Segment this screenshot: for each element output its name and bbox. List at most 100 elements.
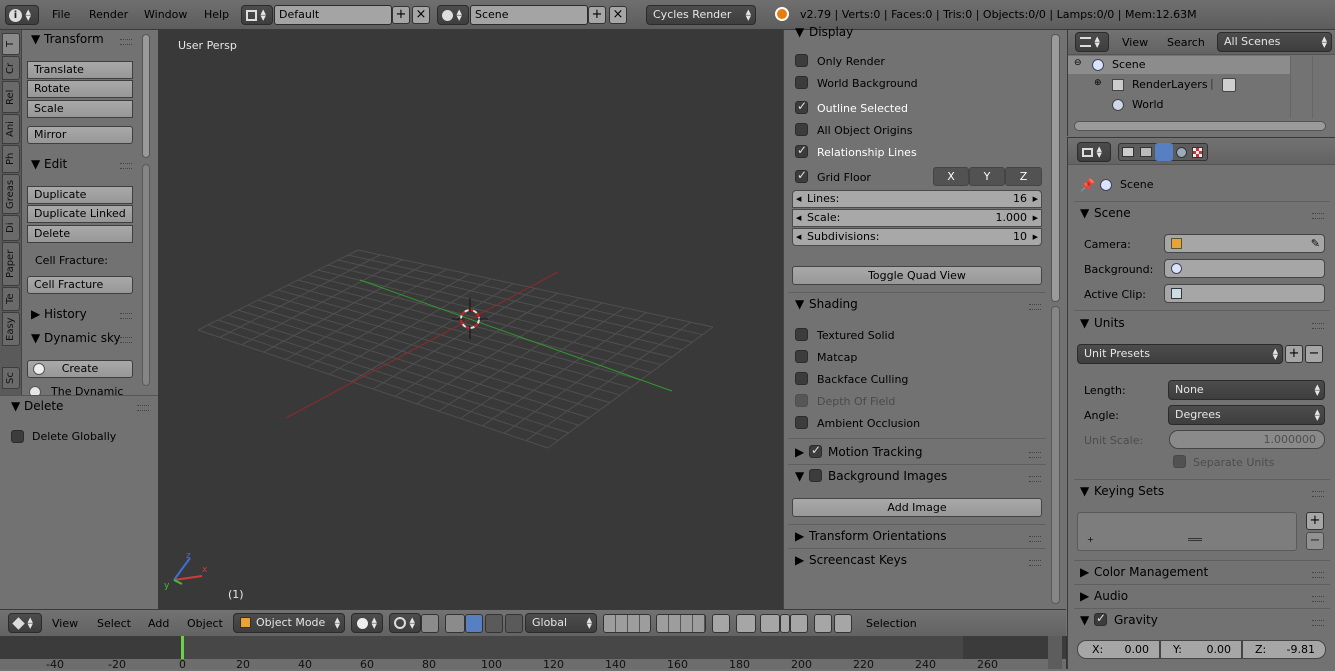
npanel-scroll-track[interactable] [1051,306,1060,604]
opengl-animation-icon[interactable] [834,614,852,633]
manipulator-toggle-icon[interactable] [445,614,465,633]
world-icon[interactable] [1176,147,1187,158]
layer-buttons-group-1[interactable] [603,614,651,633]
panel-title-edit[interactable]: Edit [44,157,67,171]
panel-expand-icon[interactable]: ▶ [795,445,804,459]
remove-keying-set-icon[interactable]: − [1306,532,1324,550]
screen-layout-name[interactable]: Default [274,5,392,25]
tab-easy[interactable]: Easy [2,312,20,346]
panel-expand-icon[interactable]: ▶ [1080,589,1089,603]
background-images-checkbox[interactable] [809,469,822,482]
menu-help[interactable]: Help [204,8,229,21]
menu-window[interactable]: Window [144,8,187,21]
panel-title-units[interactable]: Units [1094,316,1125,330]
list-filter-icon[interactable]: + [1087,535,1094,544]
drag-grip-icon[interactable] [137,405,149,411]
panel-title-dynamic-sky[interactable]: Dynamic sky [44,331,121,345]
only-render-checkbox[interactable] [795,54,808,67]
panel-collapse-icon[interactable]: ▼ [1080,484,1089,498]
add-image-button[interactable]: Add Image [792,498,1042,517]
npanel-scrollbar[interactable] [1051,34,1060,302]
tab-grease-pencil[interactable]: Greas [2,174,20,214]
collapse-icon[interactable]: ⊖ [1074,58,1082,68]
scale-field[interactable]: ◀ Scale: 1.000 ▶ [792,209,1042,227]
scene-icon[interactable] [1155,143,1173,161]
motion-tracking-checkbox[interactable] [809,443,822,458]
header-menu-select[interactable]: Select [97,617,131,630]
panel-expand-icon[interactable]: ▶ [31,307,40,321]
drag-grip-icon[interactable] [1029,304,1041,310]
gravity-x-field[interactable]: X: 0.00 [1077,640,1160,659]
scene-browse[interactable]: ▲ ▼ [437,5,469,25]
snap-icon[interactable] [760,614,780,633]
translate-manipulator-icon[interactable] [465,614,483,633]
screen-layout-browse[interactable]: ▲ ▼ [241,5,273,25]
panel-expand-icon[interactable]: ▶ [1080,565,1089,579]
outliner-row-world[interactable]: World [1068,96,1290,114]
panel-collapse-icon[interactable]: ▼ [11,399,20,413]
tab-sc[interactable]: Sc [2,367,20,389]
panel-title-color-management[interactable]: Color Management [1094,565,1208,579]
header-menu-object[interactable]: Object [187,617,223,630]
drag-grip-icon[interactable] [1029,452,1041,458]
add-icon[interactable]: + [392,6,410,24]
panel-title-shading[interactable]: Shading [809,297,858,311]
viewport-shading-dropdown[interactable]: ▲ ▼ [351,613,383,633]
outliner-row-renderlayers[interactable]: ⊕ RenderLayers | [1068,76,1290,94]
panel-title-motion-tracking[interactable]: Motion Tracking [828,445,922,459]
pin-icon[interactable]: 📌 [1080,178,1095,192]
panel-collapse-icon[interactable]: ▼ [1080,206,1089,220]
expand-icon[interactable]: ⊕ [1094,78,1102,88]
scale-manipulator-icon[interactable] [505,614,523,633]
rotate-button[interactable]: Rotate [27,80,133,98]
lines-field[interactable]: ◀ Lines: 16 ▶ [792,190,1042,208]
outliner-menu-search[interactable]: Search [1167,36,1205,49]
unit-presets-dropdown[interactable]: Unit Presets ▲ ▼ [1077,344,1283,364]
tab-te[interactable]: Te [2,287,20,311]
panel-title-scene[interactable]: Scene [1094,206,1131,220]
panel-title-history[interactable]: History [44,307,87,321]
relationship-lines-checkbox[interactable] [795,143,808,158]
panel-title-display[interactable]: Display [809,25,853,39]
tab-tools[interactable]: T [2,33,20,55]
all-object-origins-checkbox[interactable] [795,123,808,136]
proportional-editing-icon[interactable] [736,614,756,633]
opengl-render-icon[interactable] [814,614,832,633]
scene-name[interactable]: Scene [470,5,588,25]
outline-selected-checkbox[interactable] [795,99,808,114]
axis-x-toggle[interactable]: X [933,167,969,186]
panel-collapse-icon[interactable]: ▼ [795,25,804,39]
delete-button[interactable]: Delete [27,225,133,243]
panel-collapse-icon[interactable]: ▼ [795,297,804,311]
add-keying-set-icon[interactable]: + [1306,512,1324,530]
background-field[interactable] [1164,259,1325,278]
editor-type-button[interactable]: ▲ ▼ [8,613,42,633]
editor-type-button[interactable]: i ▲ ▼ [5,5,39,25]
toolshelf-scrollbar[interactable] [142,34,150,158]
render-layers-icon[interactable] [1140,147,1152,157]
ambient-occlusion-checkbox[interactable] [795,416,808,429]
editor-type-button[interactable]: ▲ ▼ [1075,32,1109,52]
scale-button[interactable]: Scale [27,100,133,118]
drag-grip-icon[interactable] [1312,213,1324,219]
mirror-button[interactable]: Mirror [27,126,133,144]
panel-title-transform[interactable]: Transform [44,32,104,46]
toolshelf-scroll-track[interactable] [142,164,150,386]
tab-physics[interactable]: Ph [2,145,20,173]
gravity-y-field[interactable]: Y: 0.00 [1160,640,1242,659]
panel-collapse-icon[interactable]: ▼ [31,331,40,345]
gravity-z-field[interactable]: Z: -9.81 [1242,640,1326,659]
3d-viewport[interactable]: User Persp z x y (1) [158,30,783,609]
add-icon[interactable]: + [588,6,606,24]
active-clip-field[interactable] [1164,284,1325,303]
drag-grip-icon[interactable] [120,39,132,45]
depth-of-field-checkbox[interactable] [795,394,808,407]
editor-type-button[interactable]: ▲ ▼ [1077,142,1111,162]
matcap-checkbox[interactable] [795,350,808,363]
outliner-menu-view[interactable]: View [1122,36,1148,49]
panel-expand-icon[interactable]: ▶ [795,529,804,543]
tab-animation[interactable]: Ani [2,114,20,144]
panel-title-gravity[interactable]: Gravity [1114,613,1158,627]
outliner-hscrollbar[interactable] [1074,121,1326,131]
outliner-display-filter[interactable]: All Scenes ▲ ▼ [1217,32,1332,52]
